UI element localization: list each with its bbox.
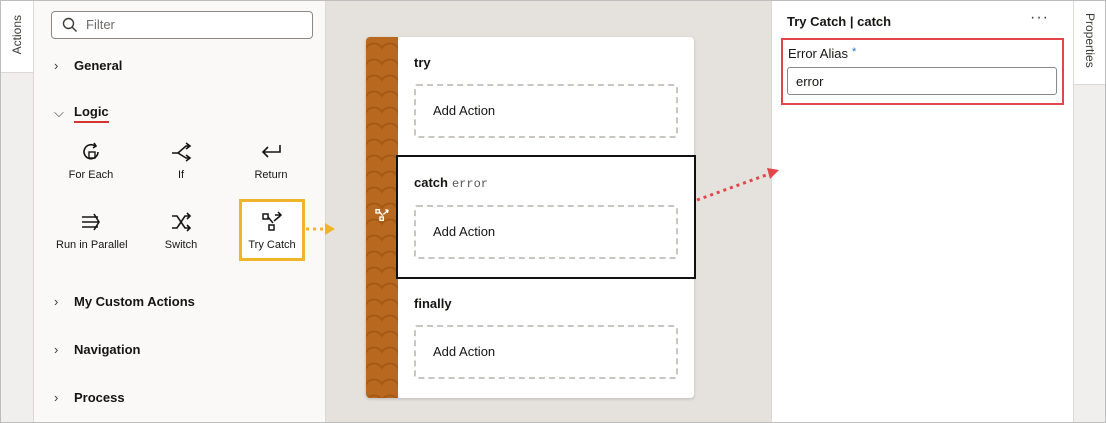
section-my-custom-actions[interactable]: › My Custom Actions <box>54 291 195 311</box>
chevron-right-icon: › <box>54 341 59 357</box>
chevron-down-icon: ⌵ <box>54 105 64 120</box>
right-tab-rail: Properties <box>1073 1 1105 422</box>
error-alias-highlight: Error Alias * <box>781 38 1064 105</box>
for-each-icon <box>83 142 99 160</box>
catch-block-selection[interactable] <box>396 155 696 279</box>
tile-for-each-label: For Each <box>68 169 114 181</box>
try-catch-icon <box>375 208 389 221</box>
run-in-parallel-icon <box>82 213 100 231</box>
tile-if-label: If <box>177 169 185 181</box>
return-icon <box>261 145 281 158</box>
search-icon <box>62 17 77 32</box>
section-logic[interactable]: ⌵ Logic <box>54 103 109 123</box>
tile-return-label: Return <box>254 169 288 181</box>
try-catch-icon <box>262 211 283 231</box>
finally-add-action[interactable]: Add Action <box>414 325 678 379</box>
tile-switch-label: Switch <box>164 239 198 251</box>
more-options-icon[interactable]: ··· <box>1030 9 1049 27</box>
properties-tab[interactable]: Properties <box>1074 1 1105 85</box>
section-process[interactable]: › Process <box>54 387 125 407</box>
switch-icon <box>172 212 192 232</box>
try-add-action[interactable]: Add Action <box>414 84 678 138</box>
left-tab-rail: Actions <box>1 1 34 422</box>
section-navigation[interactable]: › Navigation <box>54 339 140 359</box>
section-logic-label: Logic <box>74 104 109 123</box>
tile-run-in-parallel-label: Run in Parallel <box>56 239 128 251</box>
app-frame: Actions › General ⌵ Logic <box>0 0 1106 423</box>
tile-try-catch-label: Try Catch <box>248 239 296 251</box>
finally-label: finally <box>414 296 452 311</box>
filter-field[interactable] <box>51 11 313 39</box>
chevron-right-icon: › <box>54 389 59 405</box>
tile-try-catch[interactable]: Try Catch <box>239 199 305 261</box>
section-custom-label: My Custom Actions <box>74 293 195 309</box>
section-general-label: General <box>74 57 123 73</box>
section-navigation-label: Navigation <box>74 341 141 357</box>
filter-input[interactable] <box>86 17 296 32</box>
chevron-right-icon: › <box>54 57 59 73</box>
tile-switch[interactable]: Switch <box>146 209 216 259</box>
tile-if[interactable]: If <box>146 139 216 189</box>
try-label: try <box>414 55 431 70</box>
properties-title: Try Catch | catch <box>787 14 892 29</box>
error-alias-label-text: Error Alias <box>788 46 848 61</box>
error-alias-input[interactable] <box>787 67 1057 95</box>
section-process-label: Process <box>74 389 125 405</box>
tile-return[interactable]: Return <box>236 139 306 189</box>
actions-tab[interactable]: Actions <box>1 1 34 73</box>
tile-run-in-parallel[interactable]: Run in Parallel <box>56 209 128 259</box>
error-alias-label: Error Alias * <box>788 46 856 61</box>
action-canvas: try Add Action catch error Add Action fin… <box>326 1 771 422</box>
actions-palette: › General ⌵ Logic For Each <box>34 1 326 422</box>
actions-tab-label: Actions <box>10 15 24 55</box>
chevron-right-icon: › <box>54 293 59 309</box>
required-marker: * <box>851 46 857 58</box>
if-icon <box>172 142 192 162</box>
properties-panel: Try Catch | catch ··· Error Alias * <box>771 1 1073 422</box>
tile-for-each[interactable]: For Each <box>56 139 126 189</box>
section-general[interactable]: › General <box>54 55 122 75</box>
properties-tab-label: Properties <box>1083 13 1097 68</box>
